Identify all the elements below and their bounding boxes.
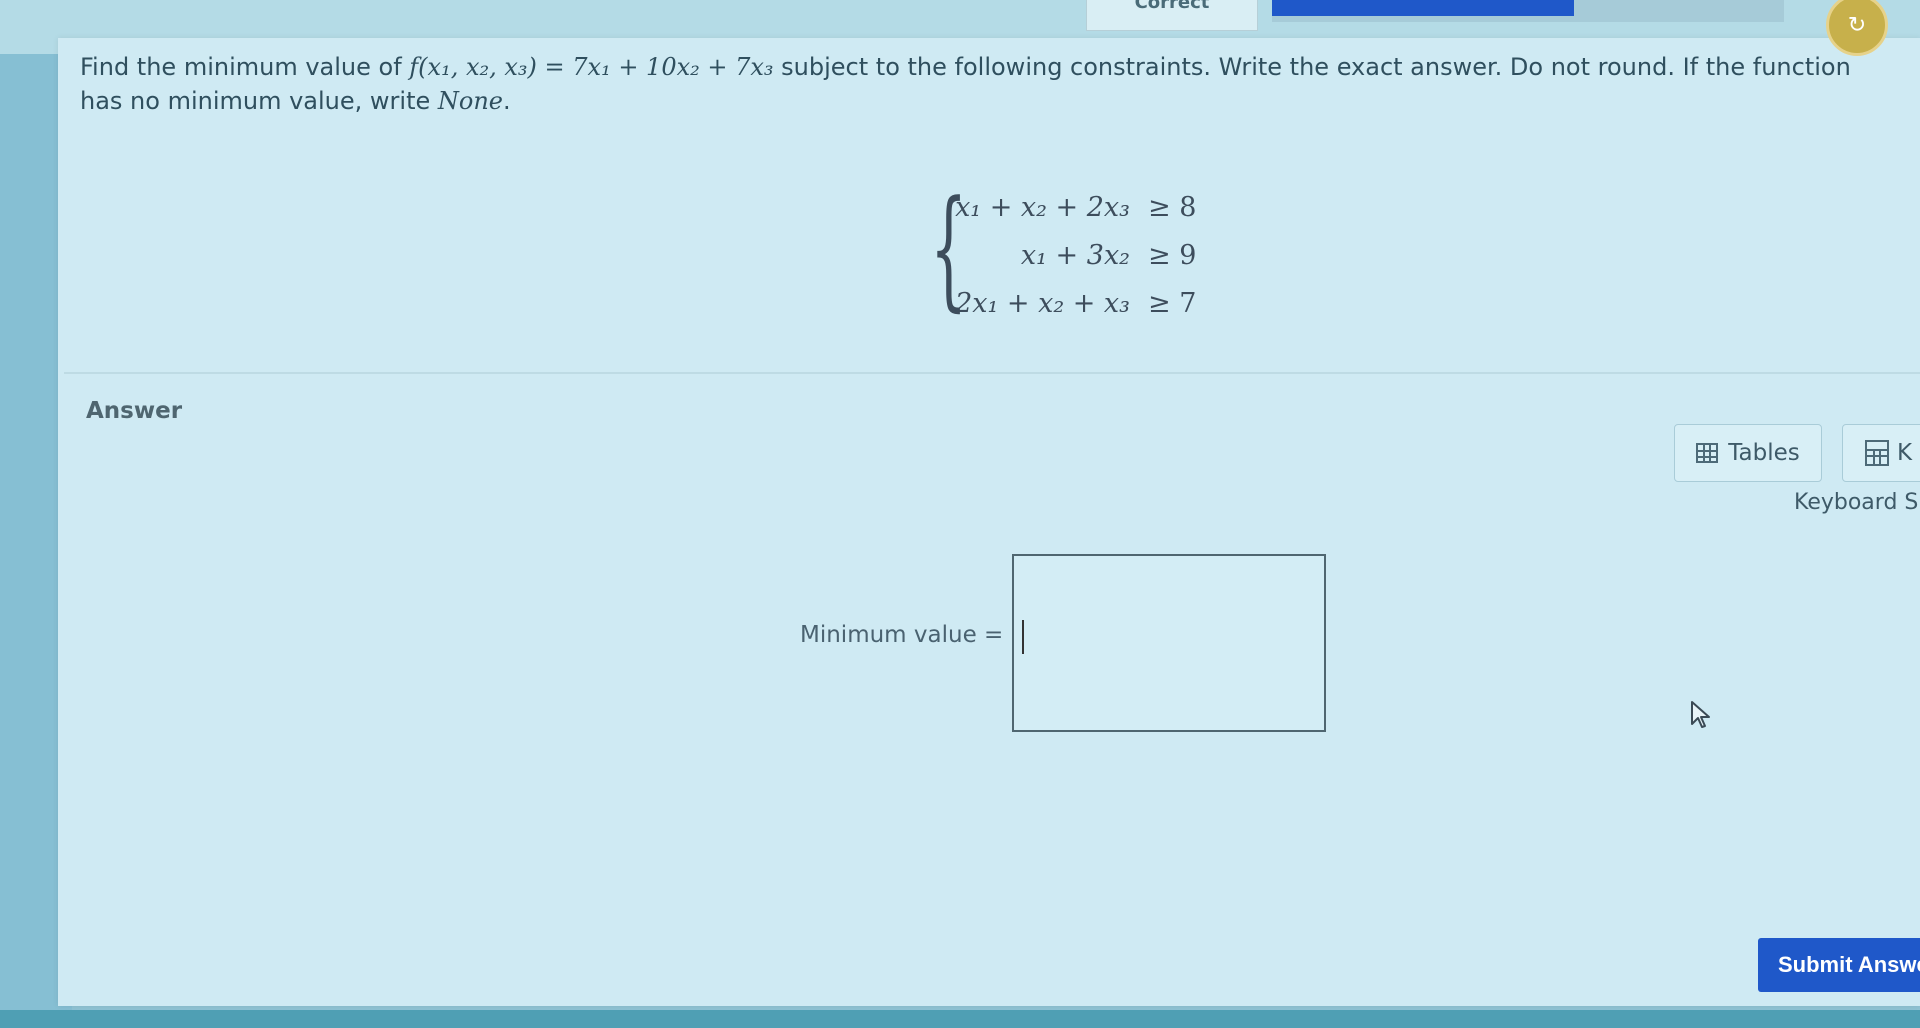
constraint-3-rel: ≥ 7 xyxy=(1148,288,1197,319)
submit-answer-button[interactable]: Submit Answe xyxy=(1758,938,1920,992)
section-divider xyxy=(64,372,1920,374)
constraint-1-lhs: x₁ + x₂ + 2x₃ xyxy=(955,192,1130,223)
constraint-system: { x₁ + x₂ + 2x₃ ≥ 8 x₁ + 3x₂ ≥ 9 2x₁ + x… xyxy=(930,178,1230,328)
constraint-1-rel: ≥ 8 xyxy=(1148,192,1197,223)
avatar-icon: ↻ xyxy=(1847,12,1867,38)
minimum-value-input[interactable] xyxy=(1012,554,1326,732)
calculator-icon xyxy=(1865,440,1889,466)
question-panel xyxy=(58,38,1920,1006)
keypad-label: K xyxy=(1897,440,1913,466)
tables-label: Tables xyxy=(1728,440,1800,466)
answer-heading: Answer xyxy=(86,398,183,424)
mouse-pointer-icon xyxy=(1691,701,1710,728)
text-caret xyxy=(1022,620,1024,654)
tables-button[interactable]: Tables xyxy=(1674,424,1822,482)
constraint-3-lhs: 2x₁ + x₂ + x₃ xyxy=(955,288,1130,319)
keyboard-shortcuts-link[interactable]: Keyboard Sh xyxy=(1794,490,1920,515)
none-keyword: None xyxy=(437,87,503,115)
question-prefix: Find the minimum value of xyxy=(80,53,410,81)
question-suffix: . xyxy=(503,87,511,115)
objective-function: f(x₁, x₂, x₃) = 7x₁ + 10x₂ + 7x₃ xyxy=(409,53,774,81)
progress-bar xyxy=(1272,0,1784,22)
status-tab[interactable]: Correct xyxy=(1086,0,1258,31)
minimum-value-label: Minimum value = xyxy=(800,622,1004,648)
bottom-bar xyxy=(0,1010,1920,1028)
table-grid-icon xyxy=(1696,443,1719,463)
constraint-2-rel: ≥ 9 xyxy=(1148,240,1197,271)
constraint-2-lhs: x₁ + 3x₂ xyxy=(1020,240,1130,271)
question-text: Find the minimum value of f(x₁, x₂, x₃) … xyxy=(80,50,1900,118)
progress-fill xyxy=(1272,0,1575,16)
keypad-button[interactable]: K xyxy=(1842,424,1920,482)
